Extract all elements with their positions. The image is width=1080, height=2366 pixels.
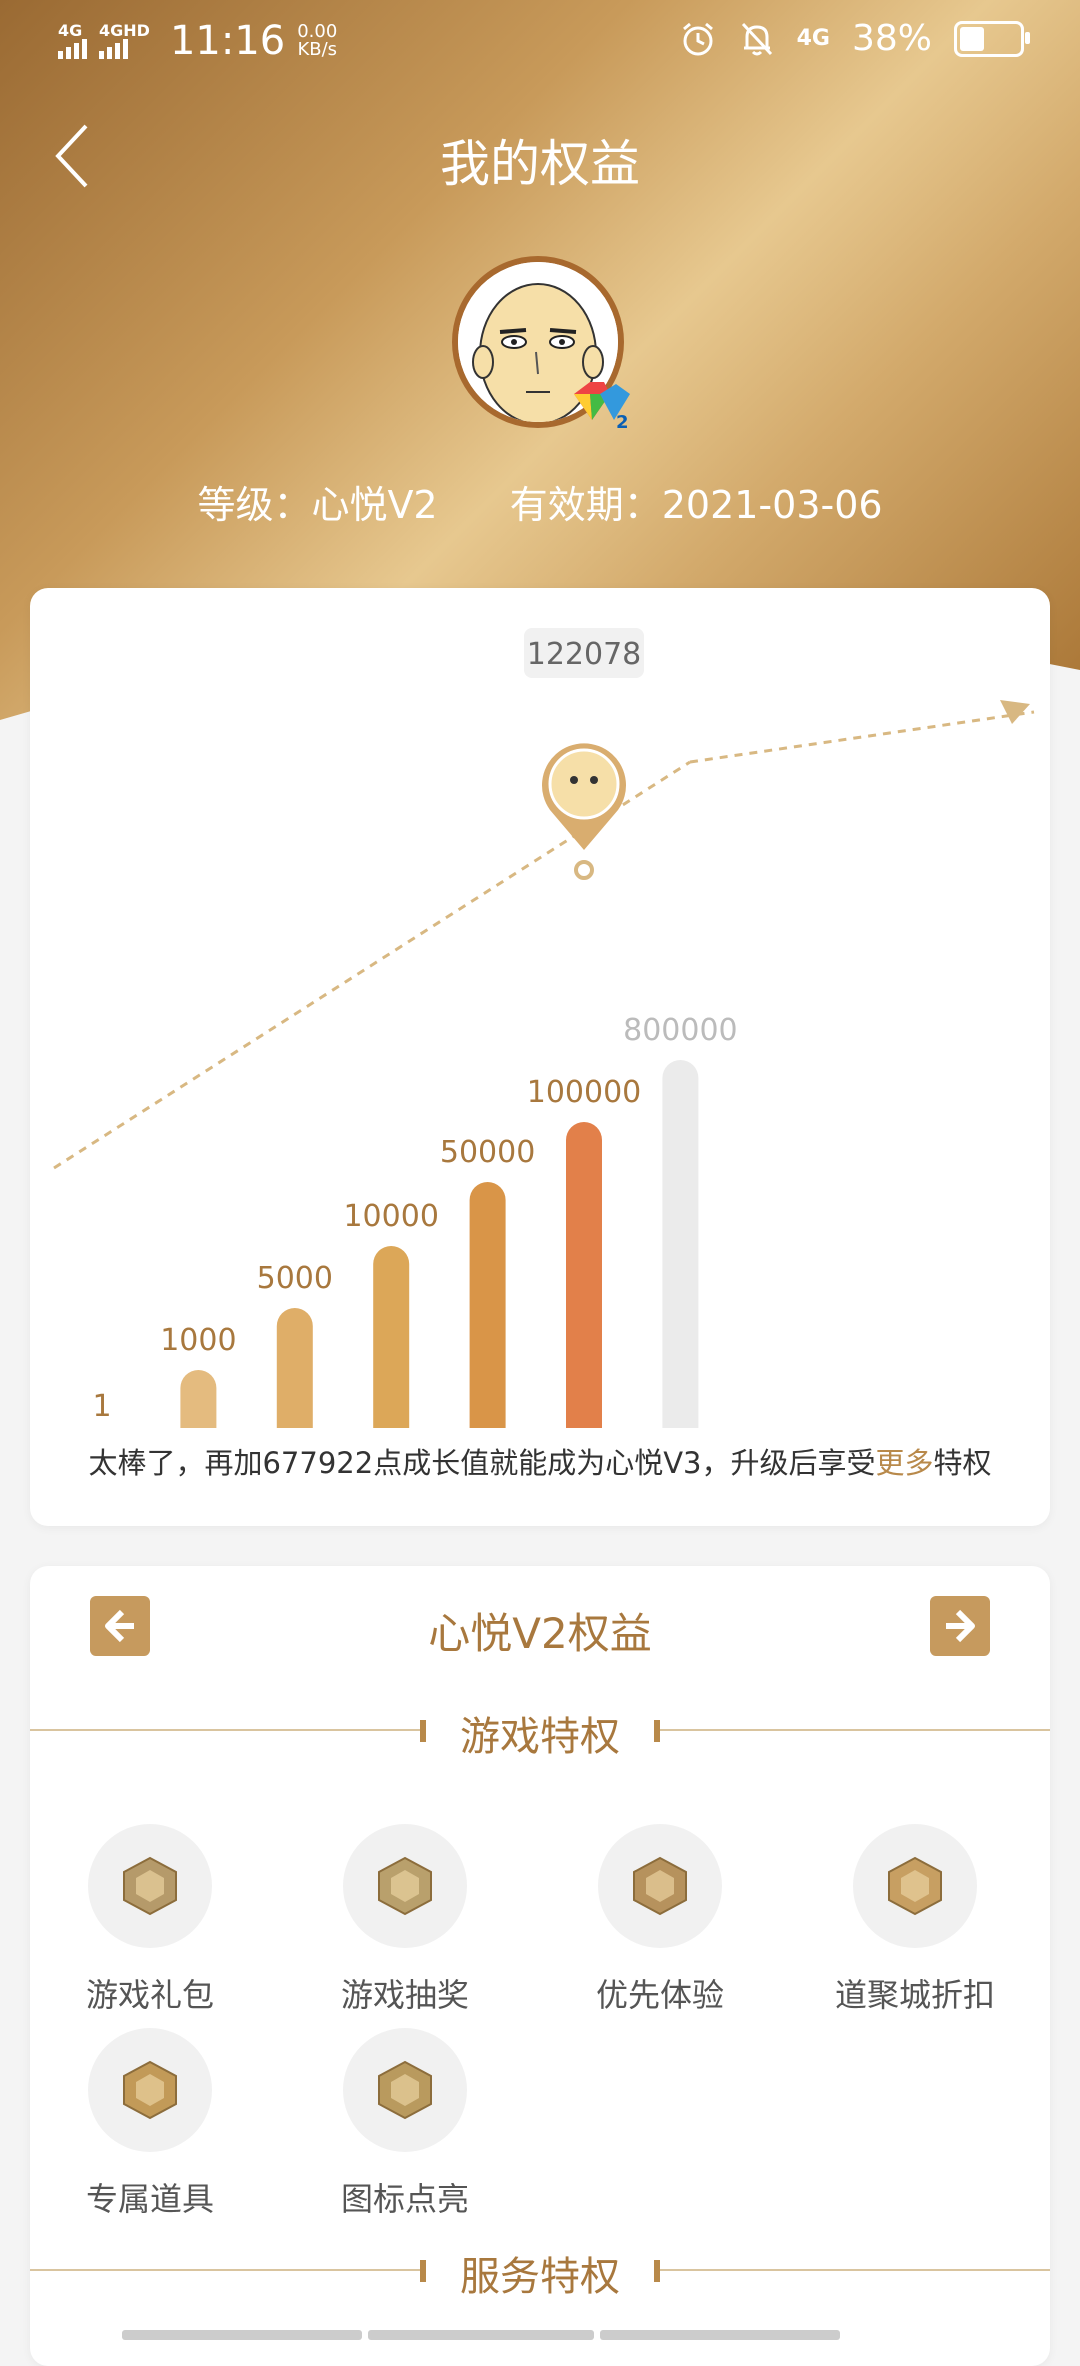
perk-item[interactable]: 专属道具 — [50, 2028, 250, 2220]
svg-text:2: 2 — [616, 412, 629, 432]
arrow-right-icon — [946, 1609, 975, 1643]
bar-6 — [566, 1122, 602, 1428]
perk-label: 优先体验 — [595, 1976, 724, 2014]
bar-2 — [180, 1370, 217, 1428]
more-link[interactable]: 更多 — [875, 1446, 933, 1480]
gift-box-icon — [88, 1824, 212, 1948]
network-speed: 0.00 KB/s — [297, 21, 338, 60]
value-label-4: 10000 — [343, 1199, 438, 1234]
growth-tip-text: 太棒了，再加677922点成长值就能成为心悦V3，升级后享受 — [88, 1446, 876, 1480]
vip-diamond-badge-icon: 2 — [574, 382, 630, 432]
network-type: 4G — [796, 26, 830, 51]
level-info: 等级：心悦V2 有效期：2021-03-06 — [0, 474, 1080, 529]
rights-card: 心悦V2权益 游戏特权 游戏礼包 游戏抽奖 优先体验 道聚城折扣专属道具 图标点亮 服务… — [30, 1566, 1050, 2366]
current-point — [574, 860, 594, 880]
section-game-title: 游戏特权 — [460, 1714, 620, 1760]
value-label-1: 1 — [92, 1389, 111, 1424]
mute-bell-icon — [741, 22, 772, 55]
bar-5 — [469, 1182, 506, 1428]
perk-item[interactable]: 道聚城折扣 — [815, 1824, 1015, 2016]
alarm-icon — [682, 22, 713, 55]
trend-arrow — [1000, 700, 1030, 724]
service-tabs-preview — [122, 2330, 840, 2340]
battery-icon — [954, 20, 1030, 57]
perk-label: 道聚城折扣 — [834, 1976, 995, 2014]
page-title: 我的权益 — [440, 135, 640, 193]
perk-label: 游戏抽奖 — [340, 1976, 469, 2014]
perk-item[interactable]: 优先体验 — [560, 1824, 760, 2016]
current-pin-avatar — [548, 748, 620, 820]
perk-label: 图标点亮 — [340, 2180, 469, 2218]
status-bar: 4G 4GHD 11:16 0.00 KB/s 4G 38% — [0, 0, 1080, 84]
value-label-7: 800000 — [623, 1013, 738, 1048]
perk-item[interactable]: 游戏抽奖 — [305, 1824, 505, 2016]
value-label-2: 1000 — [160, 1323, 236, 1358]
icon-light-icon — [343, 2028, 467, 2152]
bar-4 — [373, 1246, 410, 1428]
shop-discount-icon — [853, 1824, 977, 1948]
new-badge-icon — [598, 1824, 722, 1948]
growth-card: 1游戏家G11000游戏家G25000游戏家G310000游戏家G450000心… — [30, 588, 1050, 1526]
battery-percent: 38% — [851, 18, 932, 59]
signal-2-icon: 4GHD — [99, 23, 150, 59]
section-game-divider: 游戏特权 — [30, 1700, 1050, 1760]
level-text: 等级：心悦V2 — [197, 483, 438, 527]
value-label-6: 100000 — [527, 1075, 642, 1110]
section-service-divider: 服务特权 — [30, 2240, 1050, 2300]
trend-line-end — [689, 710, 1035, 764]
rights-title: 心悦V2权益 — [428, 1609, 652, 1658]
perk-item[interactable]: 游戏礼包 — [50, 1824, 250, 2016]
lottery-icon — [343, 1824, 467, 1948]
perk-item[interactable]: 图标点亮 — [305, 2028, 505, 2220]
current-pin-eye-left — [570, 776, 578, 784]
growth-tip: 太棒了，再加677922点成长值就能成为心悦V3，升级后享受更多特权 — [30, 1440, 1050, 1482]
value-label-5: 50000 — [440, 1135, 535, 1170]
current-value-label: 122078 — [527, 637, 642, 672]
signal-1-icon: 4G — [58, 23, 87, 59]
next-level-button[interactable] — [930, 1596, 990, 1656]
validity-text: 有效期：2021-03-06 — [509, 483, 883, 527]
perk-label: 专属道具 — [85, 2180, 214, 2218]
perk-label: 游戏礼包 — [85, 1976, 214, 2014]
current-pin-eye-right — [590, 776, 598, 784]
growth-tip-suffix: 特权 — [933, 1446, 992, 1480]
value-label-3: 5000 — [257, 1261, 333, 1296]
growth-chart: 1游戏家G11000游戏家G25000游戏家G310000游戏家G450000心… — [53, 628, 1035, 1428]
bar-3 — [276, 1308, 313, 1428]
shield-item-icon — [88, 2028, 212, 2152]
bar-7 — [662, 1060, 699, 1428]
section-service-title: 服务特权 — [460, 2254, 620, 2300]
clock: 11:16 — [169, 18, 286, 64]
